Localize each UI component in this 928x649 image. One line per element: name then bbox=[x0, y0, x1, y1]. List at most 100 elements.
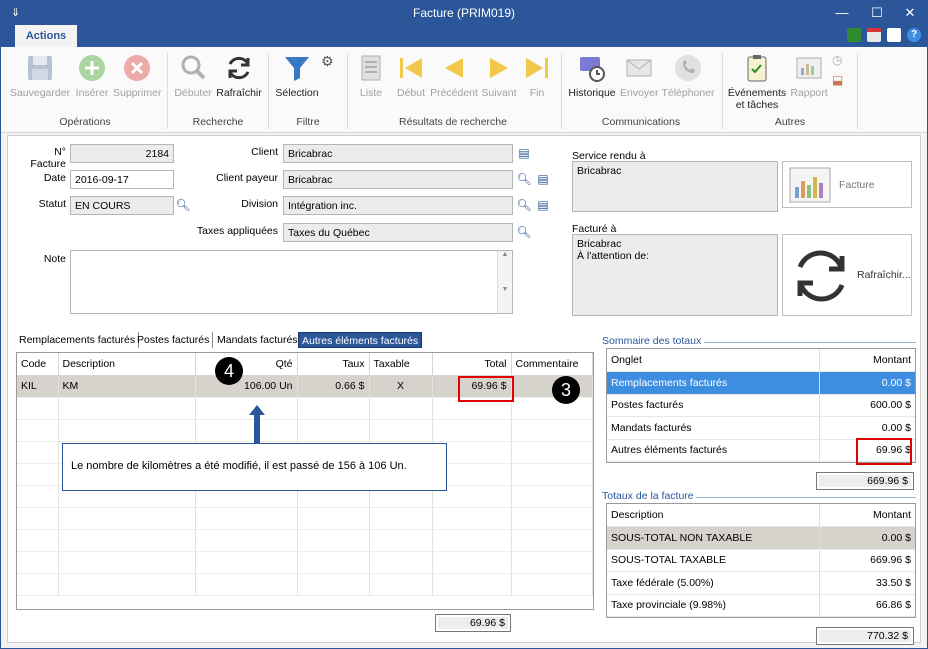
col-taux[interactable]: Taux bbox=[297, 353, 370, 376]
facture-a-box: Bricabrac À l'attention de: bbox=[572, 234, 778, 316]
rafraichir-button[interactable]: Rafraîchir... bbox=[782, 234, 912, 316]
client-open-icon[interactable]: ▤ bbox=[515, 144, 533, 162]
clipboard-icon bbox=[747, 55, 767, 82]
col-description[interactable]: Description bbox=[58, 353, 196, 376]
no-facture-label: N° Facture bbox=[30, 146, 66, 170]
previous-button[interactable]: Précédent bbox=[430, 53, 478, 99]
tab-remplacements[interactable]: Remplacements facturés bbox=[16, 332, 140, 348]
cell-code[interactable]: KIL bbox=[17, 375, 59, 398]
group-label-resultats: Résultats de recherche bbox=[399, 116, 507, 128]
callout-3: 3 bbox=[552, 376, 580, 404]
save-button[interactable]: Sauvegarder bbox=[9, 53, 71, 99]
table-row-empty bbox=[17, 551, 593, 574]
close-icon[interactable]: ✕ bbox=[895, 3, 925, 23]
taxes-search-icon[interactable]: 🔍︎ bbox=[515, 223, 533, 241]
tab-mandats[interactable]: Mandats facturés bbox=[214, 332, 302, 348]
division-search-icon[interactable]: 🔍︎ bbox=[515, 196, 533, 214]
statut-field[interactable]: EN COURS bbox=[70, 196, 174, 215]
selection-button[interactable]: Sélection bbox=[273, 53, 321, 99]
client-label: Client bbox=[251, 146, 278, 158]
delete-button[interactable]: Supprimer bbox=[113, 53, 161, 99]
group-label-communications: Communications bbox=[601, 116, 681, 128]
client-payeur-open-icon[interactable]: ▤ bbox=[534, 170, 552, 188]
date-field[interactable]: 2016-09-17 bbox=[70, 170, 174, 189]
sommaire-row[interactable]: Postes facturés 600.00 $ bbox=[607, 394, 915, 417]
history-button[interactable]: Historique bbox=[566, 53, 618, 99]
delete-icon bbox=[124, 55, 150, 81]
send-button[interactable]: Envoyer bbox=[620, 53, 659, 99]
ribbon-tabs: Actions ? bbox=[1, 25, 927, 47]
list-button[interactable]: Liste bbox=[353, 53, 389, 99]
taxes-label: Taxes appliquées bbox=[196, 225, 278, 237]
group-label-recherche: Recherche bbox=[192, 116, 244, 128]
cell-qte[interactable]: 106.00 Un bbox=[195, 375, 298, 398]
client-field[interactable]: Bricabrac bbox=[283, 144, 513, 163]
report-button[interactable]: Rapport bbox=[788, 53, 830, 99]
save-icon bbox=[28, 56, 52, 80]
totaux-total-box: 770.32 $ bbox=[816, 627, 914, 645]
highlight-sommaire-autres bbox=[856, 438, 912, 465]
events-tasks-button[interactable]: Événements et tâches bbox=[727, 53, 787, 111]
taxes-field[interactable]: Taxes du Québec bbox=[283, 223, 513, 242]
lock-icon[interactable] bbox=[887, 28, 901, 42]
phone-icon bbox=[675, 55, 701, 81]
list-icon bbox=[361, 55, 381, 81]
tab-postes[interactable]: Postes facturés bbox=[134, 332, 214, 348]
gear-icon[interactable]: ⚙ bbox=[321, 53, 334, 70]
envelope-icon bbox=[626, 59, 652, 77]
totaux-row[interactable]: Taxe fédérale (5.00%) 33.50 $ bbox=[607, 571, 915, 595]
statut-label: Statut bbox=[38, 198, 66, 210]
insert-button[interactable]: Insérer bbox=[74, 53, 110, 99]
tab-actions[interactable]: Actions bbox=[15, 25, 77, 47]
sommaire-row[interactable]: Remplacements facturés 0.00 $ bbox=[607, 371, 915, 395]
cell-description[interactable]: KM bbox=[58, 375, 196, 398]
import-icon[interactable]: ⬓ bbox=[832, 73, 843, 87]
client-payeur-search-icon[interactable]: 🔍︎ bbox=[515, 170, 533, 188]
totaux-row[interactable]: SOUS-TOTAL NON TAXABLE 0.00 $ bbox=[607, 526, 915, 550]
no-facture-field: 2184 bbox=[70, 144, 174, 163]
clock-icon[interactable]: ◷ bbox=[832, 53, 842, 67]
totaux-col-description: Description bbox=[607, 504, 820, 527]
division-open-icon[interactable]: ▤ bbox=[534, 196, 552, 214]
note-scrollbar[interactable]: ▲ ▼ bbox=[497, 251, 512, 313]
start-search-button[interactable]: Débuter bbox=[173, 53, 213, 99]
tab-autres-elements[interactable]: Autres éléments facturés bbox=[298, 332, 423, 348]
calendar-icon[interactable] bbox=[867, 28, 881, 42]
group-label-filtre: Filtre bbox=[296, 116, 320, 128]
phone-button[interactable]: Téléphoner bbox=[660, 53, 716, 99]
totaux-row[interactable]: SOUS-TOTAL TAXABLE 669.96 $ bbox=[607, 549, 915, 572]
refresh-button[interactable]: Rafraîchir bbox=[215, 53, 263, 99]
totaux-table: Description Montant SOUS-TOTAL NON TAXAB… bbox=[606, 503, 916, 618]
grid-total-box: 69.96 $ bbox=[435, 614, 511, 632]
last-button[interactable]: Fin bbox=[521, 53, 553, 99]
minimize-icon[interactable]: — bbox=[827, 3, 857, 23]
maximize-icon[interactable]: ☐ bbox=[862, 3, 892, 23]
refresh-large-icon bbox=[797, 250, 845, 302]
title-bar: ⇓ Facture (PRIM019) — ☐ ✕ bbox=[1, 1, 927, 25]
sommaire-row[interactable]: Mandats facturés 0.00 $ bbox=[607, 416, 915, 440]
ribbon: Sauvegarder Insérer Supprimer Opérations… bbox=[1, 47, 927, 133]
col-qte[interactable]: Qté bbox=[195, 353, 298, 376]
highlight-grid-total bbox=[458, 376, 514, 402]
first-button[interactable]: Début bbox=[393, 53, 429, 99]
facture-report-button[interactable]: Facture bbox=[782, 161, 912, 208]
totaux-row[interactable]: Taxe provinciale (9.98%) 66.86 $ bbox=[607, 594, 915, 617]
col-commentaire[interactable]: Commentaire bbox=[511, 353, 593, 376]
cell-taux[interactable]: 0.66 $ bbox=[297, 375, 370, 398]
next-button[interactable]: Suivant bbox=[480, 53, 518, 99]
calculator-icon[interactable] bbox=[847, 28, 861, 42]
col-total[interactable]: Total bbox=[432, 353, 512, 376]
cell-taxable[interactable]: X bbox=[369, 375, 433, 398]
totaux-title: Totaux de la facture bbox=[602, 490, 694, 502]
col-code[interactable]: Code bbox=[17, 353, 59, 376]
sommaire-title: Sommaire des totaux bbox=[602, 335, 702, 347]
col-taxable[interactable]: Taxable bbox=[369, 353, 433, 376]
note-textarea[interactable] bbox=[70, 250, 513, 314]
previous-icon bbox=[445, 58, 463, 78]
division-field[interactable]: Intégration inc. bbox=[283, 196, 513, 215]
filter-icon bbox=[285, 57, 309, 81]
client-payeur-field[interactable]: Bricabrac bbox=[283, 170, 513, 189]
add-icon bbox=[79, 55, 105, 81]
help-icon[interactable]: ? bbox=[907, 28, 921, 42]
totaux-col-montant: Montant bbox=[819, 504, 915, 527]
